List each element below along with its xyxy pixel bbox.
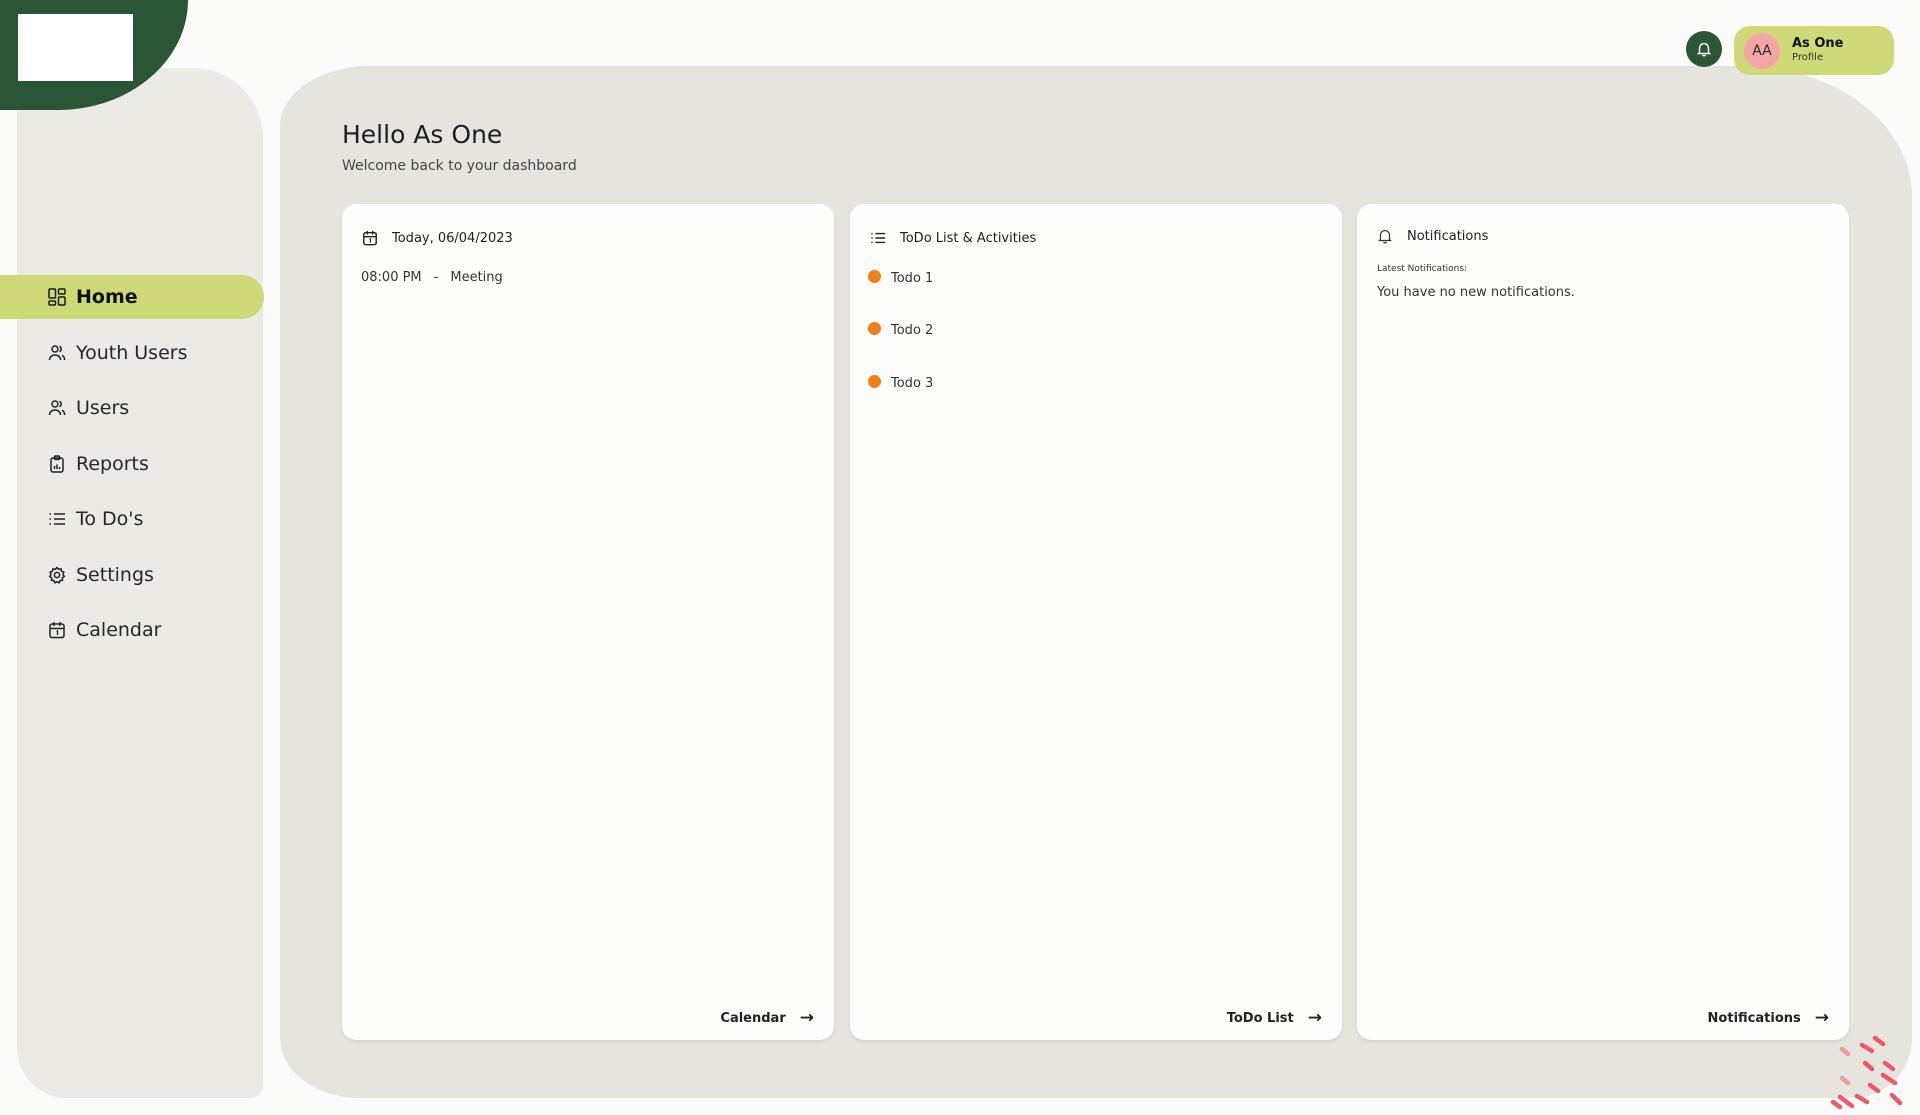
sidebar-item-label: Settings xyxy=(76,563,154,586)
grid-icon xyxy=(48,288,66,306)
todo-label: Todo 1 xyxy=(891,270,934,286)
list-icon xyxy=(870,230,886,246)
sidebar-item-label: To Do's xyxy=(76,508,144,530)
profile-button[interactable]: AA As One Profile xyxy=(1734,26,1894,75)
page-title: Hello As One xyxy=(342,120,503,149)
sidebar-item-todos[interactable]: To Do's xyxy=(0,497,264,541)
arrow-right-icon: → xyxy=(799,1008,814,1028)
sidebar-item-label: Users xyxy=(76,397,130,419)
calendar-icon xyxy=(48,621,66,639)
notifications-button[interactable] xyxy=(1686,31,1722,67)
event-name: Meeting xyxy=(450,270,503,285)
calendar-event[interactable]: 08:00 PM - Meeting xyxy=(361,270,503,285)
sidebar-item-label: Calendar xyxy=(76,619,162,641)
avatar: AA xyxy=(1744,32,1780,69)
calendar-icon xyxy=(362,230,378,246)
sidebar-item-calendar[interactable]: Calendar xyxy=(0,608,264,652)
card-title: Today, 06/04/2023 xyxy=(392,230,513,246)
link-label: Calendar xyxy=(720,1010,786,1026)
sidebar-item-youth-users[interactable]: Youth Users xyxy=(0,331,264,375)
arrow-right-icon: → xyxy=(1307,1008,1322,1028)
sidebar-item-label: Home xyxy=(76,286,138,308)
list-icon xyxy=(48,510,66,528)
todo-list: Todo 1 Todo 2 Todo 3 xyxy=(868,268,933,426)
sidebar-item-label: Reports xyxy=(76,452,149,475)
profile-name: As One xyxy=(1792,36,1844,52)
latest-notifications-label: Latest Notifications: xyxy=(1377,264,1468,274)
status-dot-icon xyxy=(868,269,881,283)
event-separator: - xyxy=(433,270,439,285)
users-icon xyxy=(48,399,66,417)
status-dot-icon xyxy=(868,322,881,335)
empty-notifications-message: You have no new notifications. xyxy=(1377,285,1575,300)
sidebar-item-reports[interactable]: Reports xyxy=(0,442,264,486)
card-title: ToDo List & Activities xyxy=(900,230,1037,246)
clipboard-chart-icon xyxy=(48,454,66,473)
page-subtitle: Welcome back to your dashboard xyxy=(342,158,577,174)
link-label: ToDo List xyxy=(1226,1010,1294,1026)
sidebar-item-label: Youth Users xyxy=(76,341,188,364)
notifications-link[interactable]: Notifications → xyxy=(1708,1008,1829,1028)
card-header: Notifications xyxy=(1377,228,1488,244)
todo-item[interactable]: Todo 2 xyxy=(868,321,933,341)
sidebar-item-home[interactable]: Home xyxy=(0,275,264,319)
avatar-initials: AA xyxy=(1752,42,1772,59)
users-icon xyxy=(48,344,66,362)
bell-icon xyxy=(1696,41,1712,57)
todo-item[interactable]: Todo 1 xyxy=(868,268,933,288)
notifications-card: Notifications Latest Notifications: You … xyxy=(1357,204,1849,1040)
todo-list-link[interactable]: ToDo List → xyxy=(1227,1008,1322,1028)
sidebar-item-settings[interactable]: Settings xyxy=(0,553,264,597)
calendar-link[interactable]: Calendar → xyxy=(720,1008,814,1028)
link-label: Notifications xyxy=(1707,1010,1801,1026)
todo-label: Todo 3 xyxy=(891,375,934,391)
card-header: Today, 06/04/2023 xyxy=(362,230,513,246)
app-logo[interactable] xyxy=(18,14,133,81)
decorative-dashes xyxy=(1830,1035,1903,1110)
card-title: Notifications xyxy=(1407,228,1489,244)
profile-subtitle: Profile xyxy=(1792,52,1824,64)
todo-card: ToDo List & Activities Todo 1 Todo 2 Tod… xyxy=(850,204,1342,1040)
todo-item[interactable]: Todo 3 xyxy=(868,373,933,393)
sidebar-nav: Home Youth Users Users Reports To Do's S… xyxy=(0,275,264,664)
status-dot-icon xyxy=(868,374,881,388)
bell-icon xyxy=(1377,228,1393,244)
arrow-right-icon: → xyxy=(1814,1008,1829,1028)
calendar-card: Today, 06/04/2023 08:00 PM - Meeting Cal… xyxy=(342,204,834,1040)
card-header: ToDo List & Activities xyxy=(870,230,1036,246)
sidebar-item-users[interactable]: Users xyxy=(0,386,264,430)
todo-label: Todo 2 xyxy=(891,323,934,338)
gear-icon xyxy=(48,565,66,584)
event-time: 08:00 PM xyxy=(361,270,422,285)
